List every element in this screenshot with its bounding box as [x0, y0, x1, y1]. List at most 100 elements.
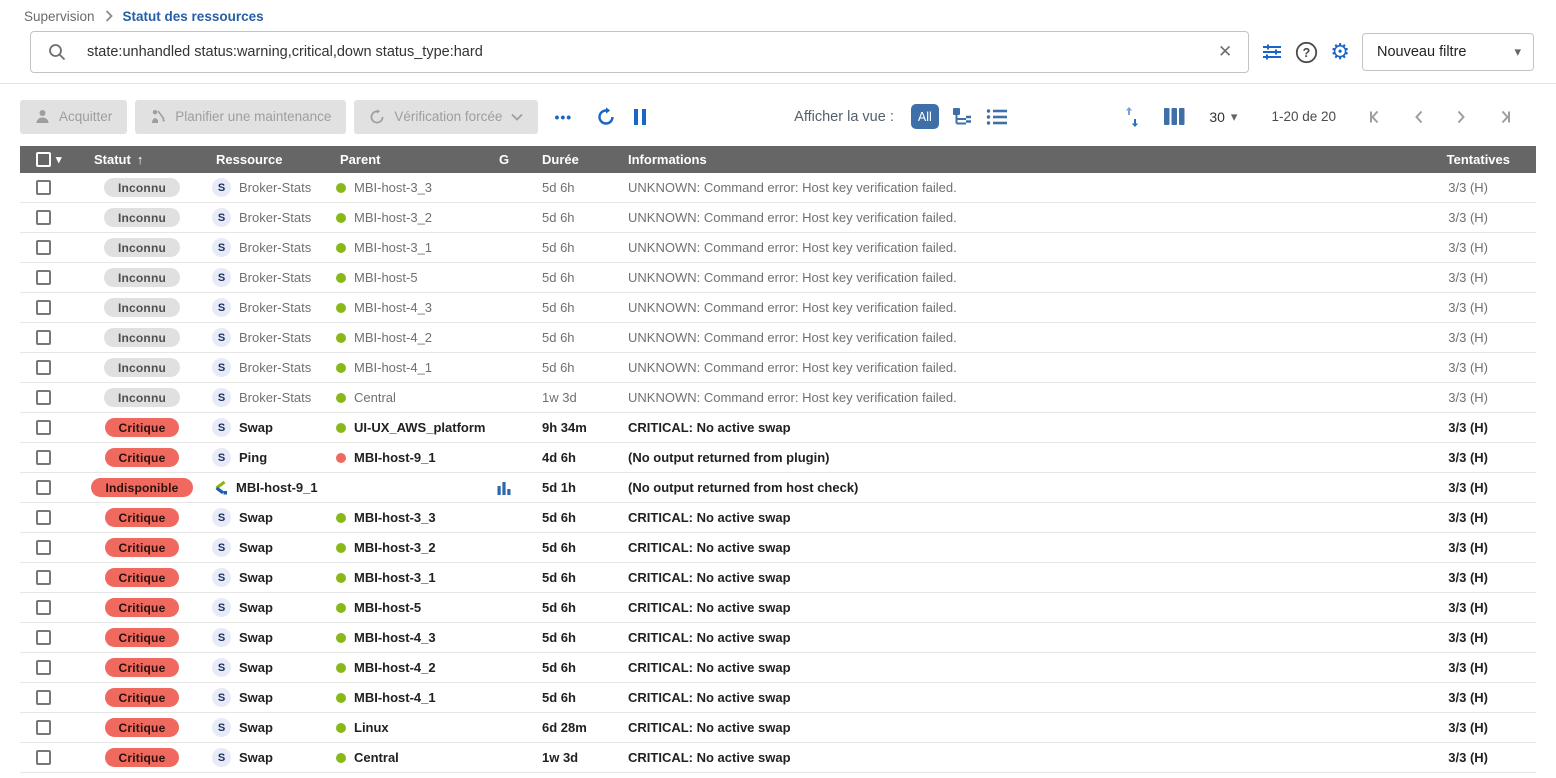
column-header-graph[interactable]: G	[486, 152, 522, 167]
breadcrumb-statut-des-ressources[interactable]: Statut des ressources	[123, 9, 264, 24]
resource-name[interactable]: Broker-Stats	[239, 300, 311, 315]
select-menu-caret-icon[interactable]: ▾	[56, 153, 62, 166]
select-all-checkbox[interactable]	[36, 152, 51, 167]
row-checkbox[interactable]	[36, 330, 51, 345]
graph-icon[interactable]	[497, 481, 511, 495]
resource-name[interactable]: Broker-Stats	[239, 240, 311, 255]
help-icon[interactable]: ?	[1295, 41, 1318, 64]
resource-name[interactable]: Swap	[239, 630, 273, 645]
parent-name[interactable]: MBI-host-4_3	[354, 300, 432, 315]
clear-search-icon[interactable]: ✕	[1216, 42, 1234, 62]
parent-name[interactable]: MBI-host-4_2	[354, 660, 436, 675]
downtime-button[interactable]: Planifier une maintenance	[135, 100, 346, 134]
acknowledge-button[interactable]: Acquitter	[20, 100, 127, 134]
view-all-button[interactable]: All	[911, 104, 939, 129]
search-input[interactable]	[87, 44, 1196, 60]
status-chip: Critique	[105, 448, 180, 467]
parent-name[interactable]: MBI-host-4_2	[354, 330, 432, 345]
row-checkbox[interactable]	[36, 510, 51, 525]
resource-name[interactable]: Broker-Stats	[239, 210, 311, 225]
parent-name[interactable]: MBI-host-9_1	[354, 450, 436, 465]
swap-vert-icon[interactable]	[1124, 106, 1140, 128]
status-chip: Critique	[105, 418, 180, 437]
parent-name[interactable]: Central	[354, 390, 396, 405]
row-checkbox[interactable]	[36, 450, 51, 465]
per-page-select[interactable]: 30 ▾	[1209, 109, 1237, 125]
parent-name[interactable]: MBI-host-3_3	[354, 180, 432, 195]
row-checkbox[interactable]	[36, 300, 51, 315]
row-checkbox[interactable]	[36, 240, 51, 255]
status-information: (No output returned from host check)	[606, 480, 1386, 495]
row-checkbox[interactable]	[36, 600, 51, 615]
parent-name[interactable]: MBI-host-4_1	[354, 690, 436, 705]
row-checkbox[interactable]	[36, 750, 51, 765]
parent-name[interactable]: MBI-host-3_2	[354, 210, 432, 225]
resource-name[interactable]: Broker-Stats	[239, 270, 311, 285]
row-checkbox[interactable]	[36, 360, 51, 375]
row-checkbox[interactable]	[36, 630, 51, 645]
column-header-resource[interactable]: Ressource	[208, 152, 334, 167]
first-page-button[interactable]	[1368, 109, 1384, 125]
resource-name[interactable]: Ping	[239, 450, 267, 465]
filter-select[interactable]: Nouveau filtre ▾	[1362, 33, 1534, 71]
gear-icon[interactable]: ⚙	[1330, 41, 1350, 63]
parent-name[interactable]: MBI-host-3_1	[354, 240, 432, 255]
parent-name[interactable]: MBI-host-5	[354, 600, 421, 615]
row-checkbox[interactable]	[36, 720, 51, 735]
column-header-parent[interactable]: Parent	[334, 152, 486, 167]
row-checkbox[interactable]	[36, 570, 51, 585]
resource-name[interactable]: Broker-Stats	[239, 180, 311, 195]
columns-icon[interactable]	[1164, 108, 1185, 125]
resource-name[interactable]: MBI-host-9_1	[236, 480, 318, 495]
duration-value: 5d 6h	[522, 630, 606, 645]
parent-name[interactable]: MBI-host-3_2	[354, 540, 436, 555]
row-checkbox[interactable]	[36, 660, 51, 675]
list-view-icon[interactable]	[986, 108, 1008, 126]
resource-name[interactable]: Swap	[239, 600, 273, 615]
row-checkbox[interactable]	[36, 180, 51, 195]
resource-name[interactable]: Broker-Stats	[239, 330, 311, 345]
breadcrumb-supervision[interactable]: Supervision	[24, 9, 95, 24]
row-checkbox[interactable]	[36, 420, 51, 435]
parent-name[interactable]: MBI-host-3_3	[354, 510, 436, 525]
resource-name[interactable]: Broker-Stats	[239, 390, 311, 405]
parent-name[interactable]: UI-UX_AWS_platform	[354, 420, 485, 435]
forced-check-button[interactable]: Vérification forcée	[354, 100, 538, 134]
search-box[interactable]: ✕	[30, 31, 1249, 73]
row-checkbox[interactable]	[36, 540, 51, 555]
column-header-status[interactable]: Statut ↑	[76, 152, 208, 167]
row-checkbox[interactable]	[36, 390, 51, 405]
resource-name[interactable]: Swap	[239, 570, 273, 585]
resource-name[interactable]: Swap	[239, 510, 273, 525]
parent-name[interactable]: Linux	[354, 720, 389, 735]
resource-name[interactable]: Swap	[239, 690, 273, 705]
status-chip: Inconnu	[104, 388, 180, 407]
tune-filter-icon[interactable]	[1261, 42, 1283, 62]
column-header-duration[interactable]: Durée	[522, 152, 606, 167]
resource-name[interactable]: Swap	[239, 420, 273, 435]
more-actions-icon[interactable]: •••	[554, 109, 572, 125]
table-row: Critique S Ping MBI-host-9_1 4d 6h (No o…	[20, 443, 1536, 473]
resource-name[interactable]: Swap	[239, 720, 273, 735]
refresh-icon[interactable]	[596, 107, 616, 127]
previous-page-button[interactable]	[1412, 109, 1426, 125]
parent-name[interactable]: Central	[354, 750, 399, 765]
row-checkbox[interactable]	[36, 270, 51, 285]
resource-name[interactable]: Broker-Stats	[239, 360, 311, 375]
resource-name[interactable]: Swap	[239, 540, 273, 555]
row-checkbox[interactable]	[36, 210, 51, 225]
column-header-tries[interactable]: Tentatives	[1386, 152, 1536, 167]
parent-name[interactable]: MBI-host-4_3	[354, 630, 436, 645]
next-page-button[interactable]	[1454, 109, 1468, 125]
row-checkbox[interactable]	[36, 480, 51, 495]
parent-name[interactable]: MBI-host-4_1	[354, 360, 432, 375]
parent-name[interactable]: MBI-host-3_1	[354, 570, 436, 585]
parent-name[interactable]: MBI-host-5	[354, 270, 418, 285]
column-header-info[interactable]: Informations	[606, 152, 1386, 167]
tree-view-icon[interactable]	[952, 107, 973, 127]
resource-name[interactable]: Swap	[239, 750, 273, 765]
pause-icon[interactable]	[634, 109, 646, 125]
resource-name[interactable]: Swap	[239, 660, 273, 675]
row-checkbox[interactable]	[36, 690, 51, 705]
last-page-button[interactable]	[1496, 109, 1512, 125]
